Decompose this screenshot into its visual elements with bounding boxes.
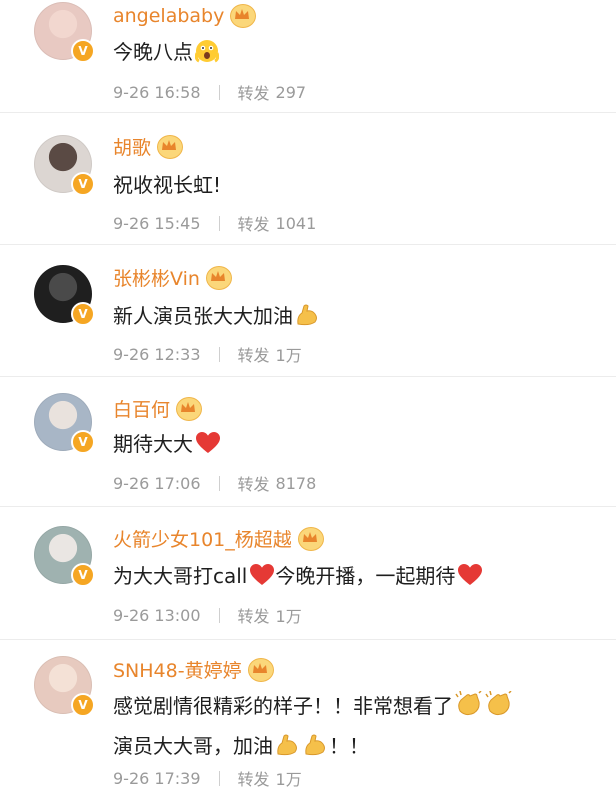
user-name-row: 火箭少女101_杨超越 xyxy=(113,525,324,552)
clapping-hands-icon xyxy=(455,690,483,728)
crown-icon xyxy=(247,657,274,682)
heart-icon xyxy=(457,562,483,598)
comment-meta: 9-26 17:39 转发 1万 xyxy=(113,766,302,790)
user-name[interactable]: 白百何 xyxy=(113,395,170,422)
avatar[interactable]: V xyxy=(34,135,95,196)
repost-count: 1万 xyxy=(275,770,302,789)
repost-label[interactable]: 转发 xyxy=(238,80,270,104)
heart-icon xyxy=(195,430,221,466)
comment-meta: 9-26 13:00 转发 1万 xyxy=(113,603,302,627)
flexed-biceps-icon xyxy=(295,302,321,338)
avatar[interactable]: V xyxy=(34,393,95,454)
comment-text: 新人演员张大大加油 xyxy=(113,298,321,338)
verified-badge-icon: V xyxy=(71,563,95,587)
comment-item: V 胡歌 祝收视长虹! 9-26 15:45 转发 1041 xyxy=(0,113,616,245)
clapping-hands-icon xyxy=(485,690,513,728)
user-name[interactable]: 火箭少女101_杨超越 xyxy=(113,525,292,552)
crown-icon xyxy=(297,526,324,551)
user-name[interactable]: angelababy xyxy=(113,5,224,27)
repost-label[interactable]: 转发 xyxy=(238,342,270,366)
timestamp: 9-26 17:39 xyxy=(113,768,201,788)
avatar[interactable]: V xyxy=(34,2,95,63)
surprised-face-icon xyxy=(194,38,220,74)
repost-label[interactable]: 转发 xyxy=(238,211,270,235)
repost-count: 1万 xyxy=(275,346,302,365)
user-name-row: SNH48-黄婷婷 xyxy=(113,656,274,683)
comment-text: 期待大大 xyxy=(113,426,221,466)
user-name-row: angelababy xyxy=(113,4,257,28)
comment-text: 为大大哥打call 今晚开播，一起期待 xyxy=(113,558,483,598)
user-name[interactable]: SNH48-黄婷婷 xyxy=(113,656,242,683)
crown-icon xyxy=(157,134,184,159)
comment-item: V angelababy 今晚八点 9-26 16:58 转发 297 xyxy=(0,0,616,113)
crown-icon xyxy=(176,396,203,421)
comment-meta: 9-26 17:06 转发 8178 xyxy=(113,471,316,495)
heart-icon xyxy=(249,562,275,598)
comment-meta: 9-26 16:58 转发 297 xyxy=(113,80,306,104)
divider xyxy=(218,607,220,623)
crown-icon xyxy=(205,265,232,290)
avatar[interactable]: V xyxy=(34,526,95,587)
avatar[interactable]: V xyxy=(34,265,95,326)
repost-label[interactable]: 转发 xyxy=(238,603,270,627)
repost-count: 1041 xyxy=(275,213,317,233)
repost-label[interactable]: 转发 xyxy=(238,471,270,495)
timestamp: 9-26 16:58 xyxy=(113,82,201,102)
divider xyxy=(218,215,220,231)
repost-count: 8178 xyxy=(275,473,317,493)
comment-feed: V angelababy 今晚八点 9-26 16:58 转发 297 V 胡歌… xyxy=(0,0,616,789)
flexed-biceps-icon xyxy=(303,732,329,768)
repost-count: 1万 xyxy=(275,607,302,626)
verified-badge-icon: V xyxy=(71,693,95,717)
divider xyxy=(218,770,220,786)
flexed-biceps-icon xyxy=(275,732,301,768)
user-name-row: 白百何 xyxy=(113,395,203,422)
comment-meta: 9-26 12:33 转发 1万 xyxy=(113,342,302,366)
repost-count: 297 xyxy=(275,82,307,102)
comment-item: V 火箭少女101_杨超越 为大大哥打call 今晚开播，一起期待 9-26 13… xyxy=(0,507,616,640)
verified-badge-icon: V xyxy=(71,39,95,63)
timestamp: 9-26 13:00 xyxy=(113,605,201,625)
verified-badge-icon: V xyxy=(71,430,95,454)
verified-badge-icon: V xyxy=(71,302,95,326)
divider xyxy=(218,84,220,100)
comment-text: 祝收视长虹! xyxy=(113,173,222,197)
crown-icon xyxy=(230,4,257,28)
comment-text: 今晚八点 xyxy=(113,34,220,74)
user-name[interactable]: 张彬彬Vin xyxy=(113,264,200,291)
comment-meta: 9-26 15:45 转发 1041 xyxy=(113,211,316,235)
avatar[interactable]: V xyxy=(34,656,95,717)
comment-item: V 白百何 期待大大 9-26 17:06 转发 8178 xyxy=(0,377,616,507)
comment-item: V SNH48-黄婷婷 感觉剧情很精彩的样子！！非常想看了 演员大大哥，加油！！… xyxy=(0,640,616,789)
timestamp: 9-26 12:33 xyxy=(113,344,201,364)
timestamp: 9-26 17:06 xyxy=(113,473,201,493)
timestamp: 9-26 15:45 xyxy=(113,213,201,233)
divider xyxy=(218,346,220,362)
user-name-row: 胡歌 xyxy=(113,133,184,160)
divider xyxy=(218,475,220,491)
comment-text: 感觉剧情很精彩的样子！！非常想看了 演员大大哥，加油！！ xyxy=(113,688,513,768)
repost-label[interactable]: 转发 xyxy=(238,766,270,790)
user-name[interactable]: 胡歌 xyxy=(113,133,151,160)
comment-item: V 张彬彬Vin 新人演员张大大加油 9-26 12:33 转发 1万 xyxy=(0,245,616,377)
verified-badge-icon: V xyxy=(71,172,95,196)
user-name-row: 张彬彬Vin xyxy=(113,264,232,291)
